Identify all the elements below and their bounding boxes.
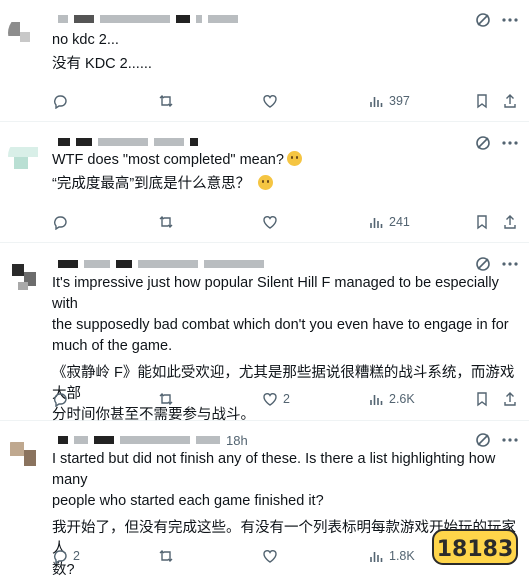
retweet-icon	[159, 393, 173, 405]
author-name[interactable]	[58, 12, 238, 26]
bookmark-icon[interactable]	[474, 93, 490, 109]
like-icon	[263, 550, 277, 563]
views-icon	[370, 552, 383, 562]
views-icon	[370, 97, 383, 107]
like-icon	[263, 95, 277, 108]
views-button[interactable]: 397	[368, 91, 410, 111]
more-icon[interactable]	[501, 135, 519, 151]
retweet-button[interactable]	[158, 389, 174, 409]
like-button[interactable]: 2	[262, 389, 290, 409]
share-icon[interactable]	[502, 391, 518, 407]
reply-icon	[54, 393, 67, 407]
views-button[interactable]: 241	[368, 212, 410, 232]
retweet-button[interactable]	[158, 91, 174, 111]
grok-icon[interactable]	[475, 135, 491, 151]
post-text-en: the supposedly bad combat which don't yo…	[52, 317, 509, 333]
avatar[interactable]	[8, 137, 46, 175]
reply-icon	[54, 550, 67, 564]
post-text-en: I started but did not finish any of thes…	[52, 451, 496, 488]
like-icon	[263, 216, 277, 229]
grok-icon[interactable]	[475, 432, 491, 448]
share-icon[interactable]	[502, 93, 518, 109]
more-icon[interactable]	[501, 256, 519, 272]
post-text-en: no kdc 2...	[52, 32, 119, 48]
action-bar: 241	[52, 212, 521, 232]
like-button[interactable]	[262, 212, 283, 232]
post-text-zh: 没有 KDC 2......	[52, 56, 152, 72]
like-icon	[263, 393, 277, 406]
post-text-en: people who started each game finished it…	[52, 493, 324, 509]
views-icon	[370, 395, 383, 405]
retweet-icon	[159, 95, 173, 107]
like-button[interactable]	[262, 546, 283, 566]
reply-icon	[54, 216, 67, 230]
post-text-en: WTF does "most completed" mean?	[52, 152, 284, 168]
avatar[interactable]	[8, 256, 46, 294]
post[interactable]: It's impressive just how popular Silent …	[0, 242, 529, 423]
grok-icon[interactable]	[475, 12, 491, 28]
more-icon[interactable]	[501, 432, 519, 448]
bookmark-icon[interactable]	[474, 391, 490, 407]
reply-button[interactable]	[52, 91, 73, 111]
post-text-en: It's impressive just how popular Silent …	[52, 275, 499, 312]
share-icon[interactable]	[502, 214, 518, 230]
reply-button[interactable]	[52, 212, 73, 232]
retweet-icon	[159, 550, 173, 562]
grok-icon[interactable]	[475, 256, 491, 272]
retweet-button[interactable]	[158, 546, 174, 566]
views-icon	[370, 218, 383, 228]
author-name[interactable]	[58, 135, 198, 149]
author-name[interactable]: 18h	[58, 433, 248, 448]
post-text: no kdc 2... 没有 KDC 2......	[52, 30, 517, 75]
views-button[interactable]: 1.8K	[368, 546, 415, 566]
post-text-en: much of the game.	[52, 338, 173, 354]
post-timestamp[interactable]: 18h	[226, 433, 248, 448]
author-name[interactable]	[58, 257, 264, 271]
watermark-text: 18183	[437, 537, 514, 562]
post-text-zh: “完成度最高”到底是什么意思？	[52, 176, 251, 192]
reply-button[interactable]	[52, 389, 73, 409]
reply-icon	[54, 95, 67, 109]
post[interactable]: no kdc 2... 没有 KDC 2...... 397	[0, 0, 529, 122]
action-bar: 397	[52, 91, 521, 111]
retweet-icon	[159, 216, 173, 228]
retweet-button[interactable]	[158, 212, 174, 232]
watermark-logo: 18183	[432, 529, 518, 565]
reply-button[interactable]: 2	[52, 546, 80, 566]
post-text: WTF does "most completed" mean? “完成度最高”到…	[52, 150, 517, 195]
action-bar: 2 2.6K	[52, 389, 521, 409]
bookmark-icon[interactable]	[474, 214, 490, 230]
avatar[interactable]	[8, 432, 46, 470]
thinking-emoji-icon	[286, 151, 302, 166]
thinking-emoji-icon	[258, 175, 274, 190]
post[interactable]: WTF does "most completed" mean? “完成度最高”到…	[0, 121, 529, 243]
like-button[interactable]	[262, 91, 283, 111]
more-icon[interactable]	[501, 12, 519, 28]
avatar[interactable]	[8, 14, 46, 52]
views-button[interactable]: 2.6K	[368, 389, 415, 409]
